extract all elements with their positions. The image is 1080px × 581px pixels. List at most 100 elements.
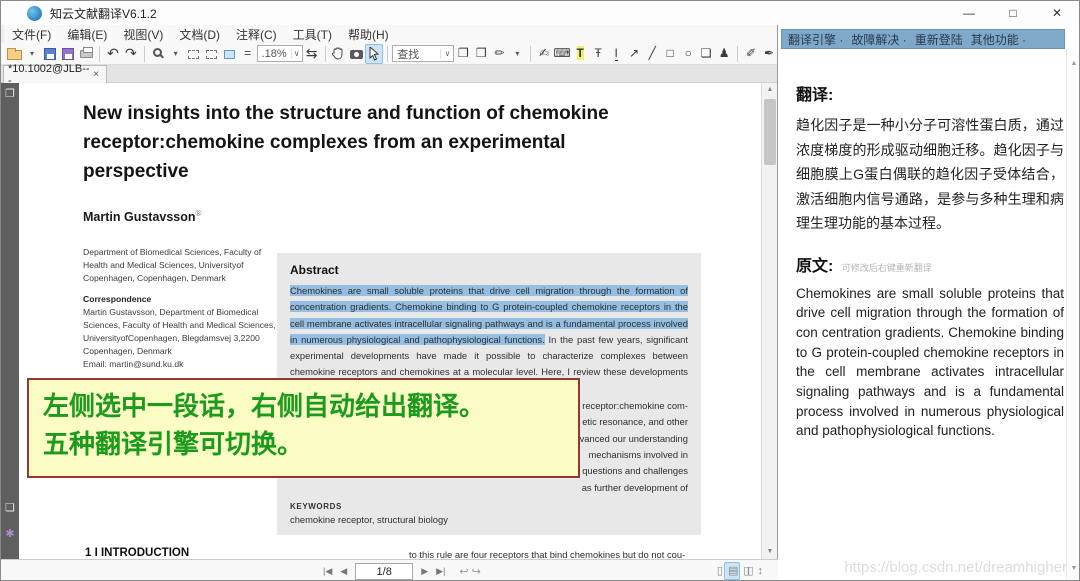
open-file-dropdown-icon[interactable]: ▾ [23,44,41,64]
select-tool-icon[interactable] [365,44,383,64]
rectangle-tool-icon[interactable]: □ [661,44,679,64]
menu-document[interactable]: 文档(D) [171,26,228,43]
title-bar: 知云文献翻译V6.1.2 — □ ✕ [1,1,1079,25]
maximize-button[interactable]: □ [991,1,1035,25]
open-file-icon[interactable] [5,44,23,64]
single-page-layout-icon[interactable]: ▯ [714,562,724,580]
translation-heading: 翻译: [796,81,1064,105]
markup-pen-icon[interactable]: ✏ [490,44,508,64]
menu-edit[interactable]: 编辑(E) [59,26,115,43]
find-combo[interactable]: 查找 ∨ [392,45,454,62]
menu-relogin[interactable]: 重新登陆 [915,31,963,48]
translation-text: 趋化因子是一种小分子可溶性蛋白质，通过浓度梯度的形成驱动细胞迁移。趋化因子与细胞… [796,113,1064,236]
tab-close-icon[interactable]: × [90,69,102,80]
continuous-layout-icon[interactable]: ▤ [724,562,740,580]
ellipse-tool-icon[interactable]: ○ [679,44,697,64]
menu-annotate[interactable]: 注释(C) [228,26,285,43]
print-icon[interactable] [77,44,95,64]
close-button[interactable]: ✕ [1035,1,1079,25]
fit-visible-icon[interactable] [221,44,239,64]
body-text-fragment: to this rule are four receptors that bin… [409,549,744,559]
app-window: 知云文献翻译V6.1.2 — □ ✕ 文件(F) 编辑(E) 视图(V) 文档(… [0,0,1080,581]
abstract-heading: Abstract [290,263,688,277]
keywords-text: chemokine receptor, structural biology [290,514,448,525]
menu-help[interactable]: 帮助(H) [340,26,397,43]
menu-translation-engine[interactable]: 翻译引擎 · [788,31,843,48]
markup-dropdown-icon[interactable]: ▾ [508,44,526,64]
rotate-right-icon[interactable]: ↷ [122,44,140,64]
snapshot-icon[interactable] [347,44,365,64]
typewriter-icon[interactable]: ⌨ [553,44,571,64]
save-as-icon[interactable] [59,44,77,64]
menu-other-functions[interactable]: 其他功能 · [971,31,1026,48]
find-next-icon[interactable]: ❒ [472,44,490,64]
underline-text-icon[interactable]: I [607,44,625,64]
menu-bar: 文件(F) 编辑(E) 视图(V) 文档(D) 注释(C) 工具(T) 帮助(H… [1,25,778,43]
status-bar: |◀ ◀ 1/8 ▶ ▶| ↩ ↪ ▯ ▤ ▯▯ ↕ [1,559,778,581]
affiliation-column: Department of Biomedical Sciences, Facul… [83,246,283,371]
split-view-icon[interactable]: ⇆ [303,44,321,64]
menu-tools[interactable]: 工具(T) [285,26,340,43]
two-page-layout-icon[interactable]: ▯▯ [740,562,754,580]
arrow-tool-icon[interactable]: ↗ [625,44,643,64]
comments-pane-icon[interactable]: ❏ [1,499,19,517]
rotate-left-icon[interactable]: ↶ [104,44,122,64]
attachments-pane-icon[interactable]: ✱ [1,525,19,543]
scroll-up-icon[interactable]: ▲ [762,83,778,97]
document-scrollbar-thumb[interactable] [764,99,776,165]
original-heading: 原文: [796,258,833,275]
panel-scrollbar[interactable]: ▲ ▼ [1066,49,1080,581]
panel-scroll-up-icon[interactable]: ▲ [1067,57,1080,71]
window-title: 知云文献翻译V6.1.2 [50,5,157,22]
highlight-text-icon[interactable]: T [571,44,589,64]
affiliation-text: Department of Biomedical Sciences, Facul… [83,246,283,285]
first-page-icon[interactable]: |◀ [319,562,336,580]
app-logo-icon [27,6,42,21]
page-thumbnails-icon[interactable]: ❐ [1,85,19,103]
paper-title: New insights into the structure and func… [83,99,653,186]
find-previous-icon[interactable]: ❐ [454,44,472,64]
page-number-input[interactable]: 1/8 [355,563,413,580]
actual-size-icon[interactable]: = [239,44,257,64]
fit-page-icon[interactable] [203,44,221,64]
scroll-down-icon[interactable]: ▼ [762,545,778,559]
stamp-tool-icon[interactable]: ♟ [715,44,733,64]
previous-view-icon[interactable]: ↩ [459,566,468,578]
watermark-text: https://blog.csdn.net/dreamhigher [844,559,1067,576]
pdf-page: New insights into the structure and func… [19,83,761,559]
keywords-heading: KEYWORDS [290,502,448,511]
fit-layout-icon[interactable]: ↕ [755,562,765,580]
menu-file[interactable]: 文件(F) [4,26,59,43]
document-scrollbar[interactable]: ▲ ▼ [761,83,778,559]
fit-width-icon[interactable] [185,44,203,64]
strikeout-text-icon[interactable]: Ŧ [589,44,607,64]
zoom-dropdown-icon[interactable]: ▾ [167,44,185,64]
document-tab[interactable]: *10.1002@JLB--- × [3,65,107,83]
sticky-note-icon[interactable]: ✍ [535,44,553,64]
next-view-icon[interactable]: ↪ [472,566,481,578]
panel-scroll-down-icon[interactable]: ▼ [1067,562,1080,576]
edit-sign-icon[interactable]: ✒ [760,44,778,64]
save-icon[interactable] [41,44,59,64]
next-page-icon[interactable]: ▶ [417,562,432,580]
menu-troubleshoot[interactable]: 故障解决 · [851,31,906,48]
correspondence-heading: Correspondence [83,293,283,306]
attach-file-icon[interactable]: ❏ [697,44,715,64]
original-text[interactable]: Chemokines are small soluble proteins th… [796,284,1064,442]
translation-panel-menu: 翻译引擎 · 故障解决 · 重新登陆 其他功能 · [781,29,1065,49]
find-combo-caret-icon[interactable]: ∨ [440,49,453,58]
previous-page-icon[interactable]: ◀ [336,562,351,580]
last-page-icon[interactable]: ▶| [432,562,449,580]
paper-author: Martin Gustavsson® [83,209,201,224]
hand-tool-icon[interactable] [329,44,347,64]
edit-content-icon[interactable]: ✐ [742,44,760,64]
zoom-combo-caret-icon[interactable]: ∨ [291,49,302,58]
original-hint: 可修改后右键重新翻译 [842,263,932,273]
minimize-button[interactable]: — [947,1,991,25]
document-tab-bar: *10.1002@JLB--- × [1,65,778,83]
zoom-in-icon[interactable] [149,44,167,64]
find-input-value[interactable]: 查找 [393,46,440,62]
zoom-level-combo[interactable]: .18% ∨ [257,45,303,62]
menu-view[interactable]: 视图(V) [115,26,171,43]
line-tool-icon[interactable]: ╱ [643,44,661,64]
